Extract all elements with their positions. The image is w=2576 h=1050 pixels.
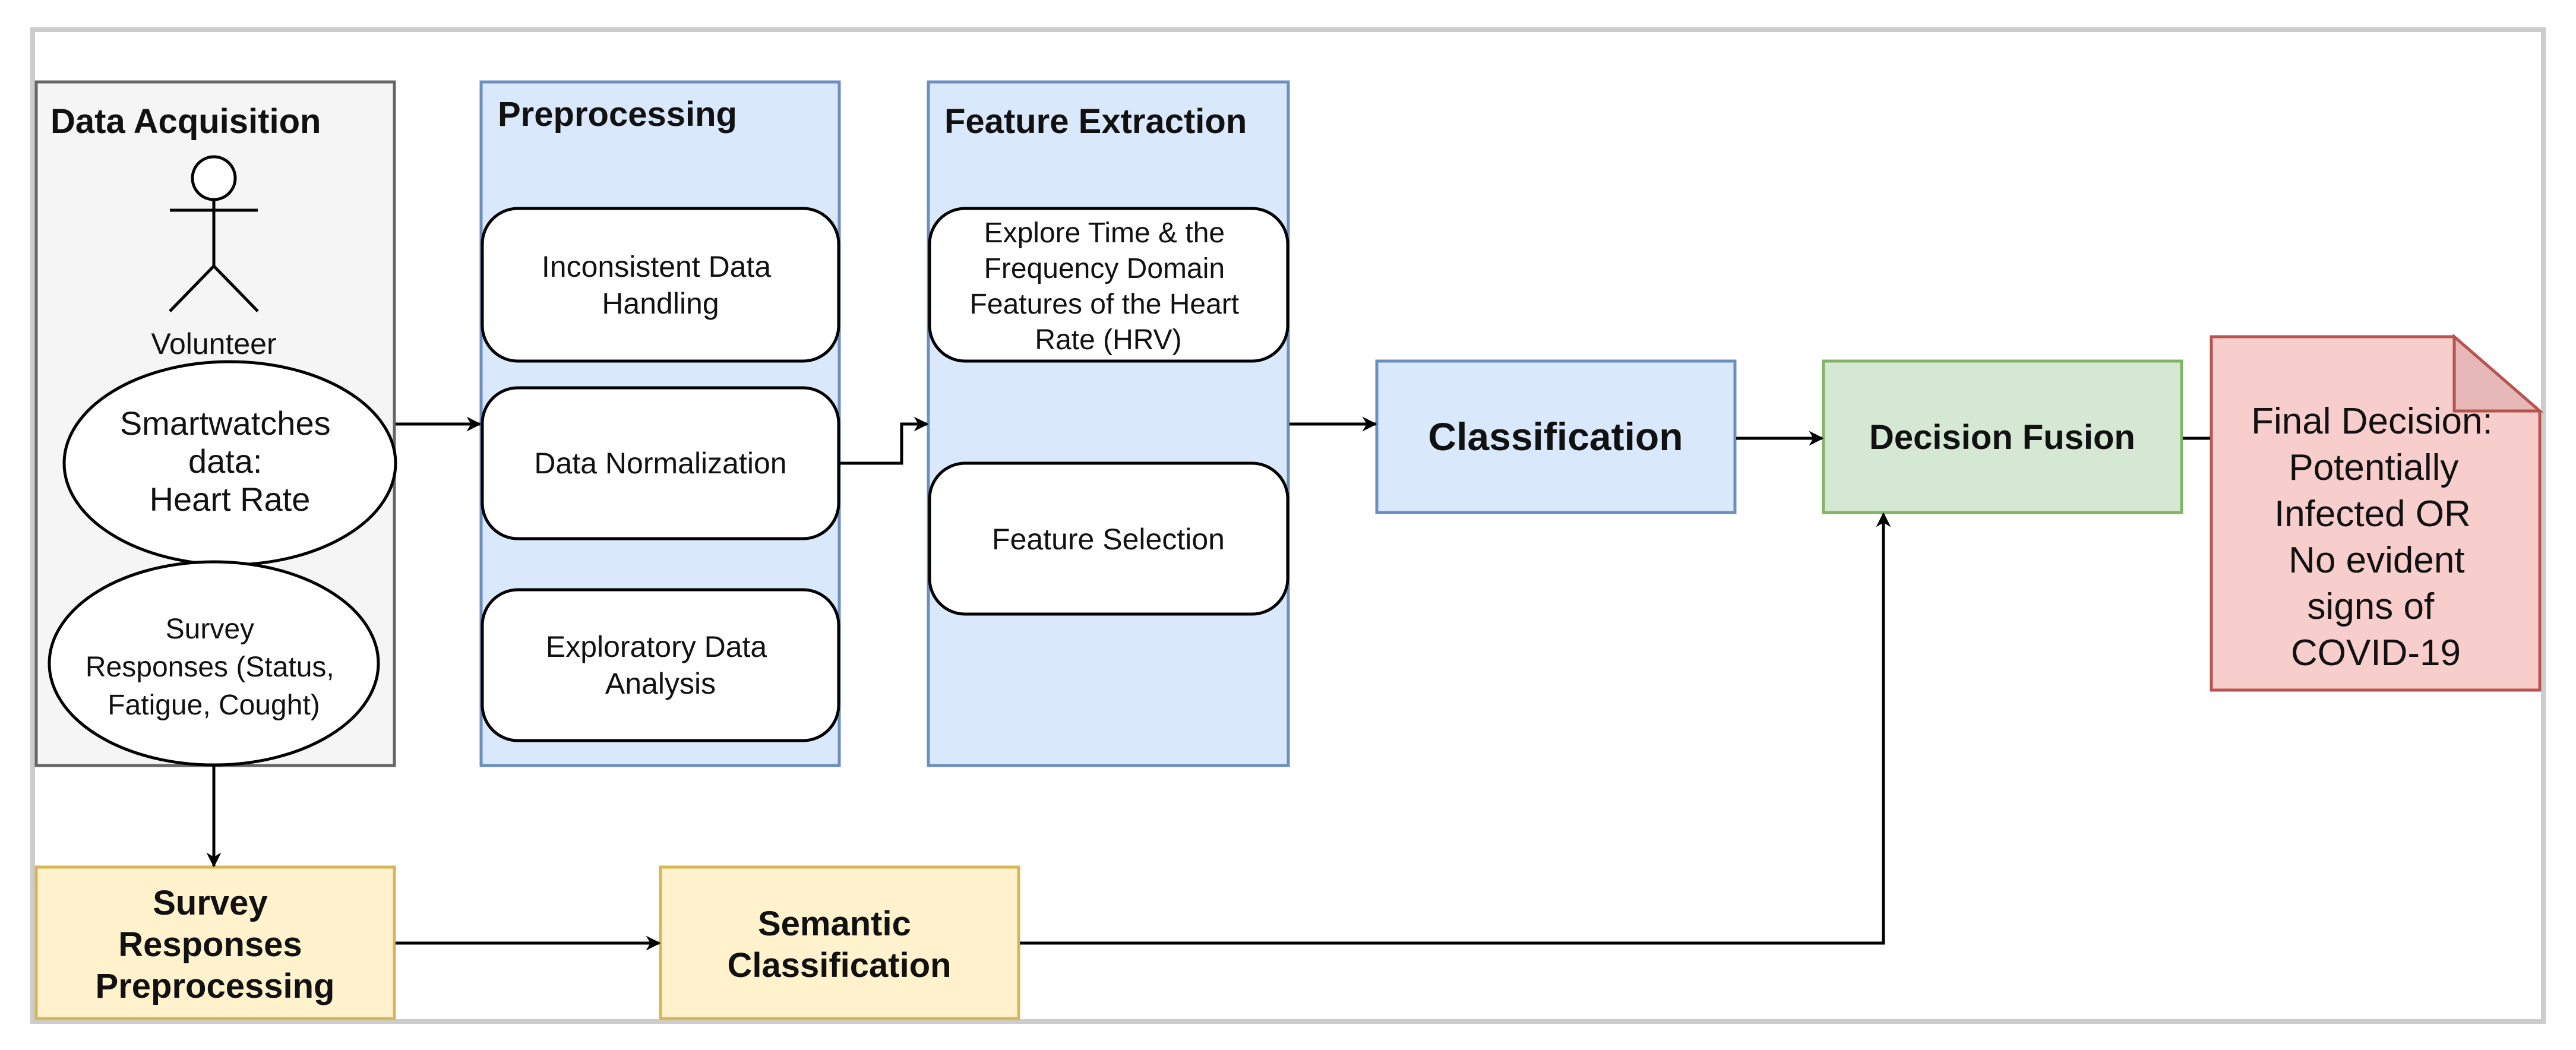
feature-selection-step[interactable]: Feature Selection [928,461,1289,616]
volunteer-label: Volunteer [151,327,276,360]
inconsistent-data-handling-step[interactable]: Inconsistent Data Handling [481,207,840,363]
feature-extraction-title: Feature Extraction [944,102,1247,141]
data-acquisition-title: Data Acquisition [50,102,321,141]
survey-preprocessing-node[interactable]: Survey Responses Preprocessing [34,865,396,1020]
final-decision-note[interactable]: Final Decision: Potentially Infected OR … [2210,333,2544,692]
survey-line: Survey [166,613,254,645]
smartwatch-line: Smartwatches [120,404,331,442]
exploratory-data-analysis-step[interactable]: Exploratory Data Analysis [481,588,840,742]
preprocessing-title: Preprocessing [498,95,737,134]
semantic-classification-node[interactable]: Semantic Classification [659,865,1020,1020]
decision-fusion-node[interactable]: Decision Fusion [1822,359,2183,514]
survey-line: Fatigue, Cought) [108,690,320,721]
data-acquisition-container: Data Acquisition Volunteer Smartwatches … [34,80,397,767]
survey-responses-node[interactable]: Survey Responses (Status, Fatigue, Cough… [48,560,380,767]
data-normalization-step[interactable]: Data Normalization [481,386,840,540]
svg-text:Data Normalization: Data Normalization [534,447,786,480]
svg-text:Feature Selection: Feature Selection [992,523,1225,556]
smartwatch-data-node[interactable]: Smartwatches data: Heart Rate [62,360,397,567]
smartwatch-line: data: [188,442,263,480]
preprocessing-container: Preprocessing Inconsistent Data Handling… [479,80,841,767]
svg-text:Classification: Classification [1428,415,1683,458]
pipeline-diagram: Data Acquisition Volunteer Smartwatches … [30,27,2546,1024]
survey-line: Responses (Status, [86,651,334,683]
feature-extraction-container: Feature Extraction Explore Time & the Fr… [927,80,1290,767]
time-frequency-hrv-step[interactable]: Explore Time & the Frequency Domain Feat… [928,207,1289,363]
classification-node[interactable]: Classification [1375,359,1737,514]
smartwatch-line: Heart Rate [150,480,311,518]
svg-text:Decision Fusion: Decision Fusion [1869,418,2135,457]
